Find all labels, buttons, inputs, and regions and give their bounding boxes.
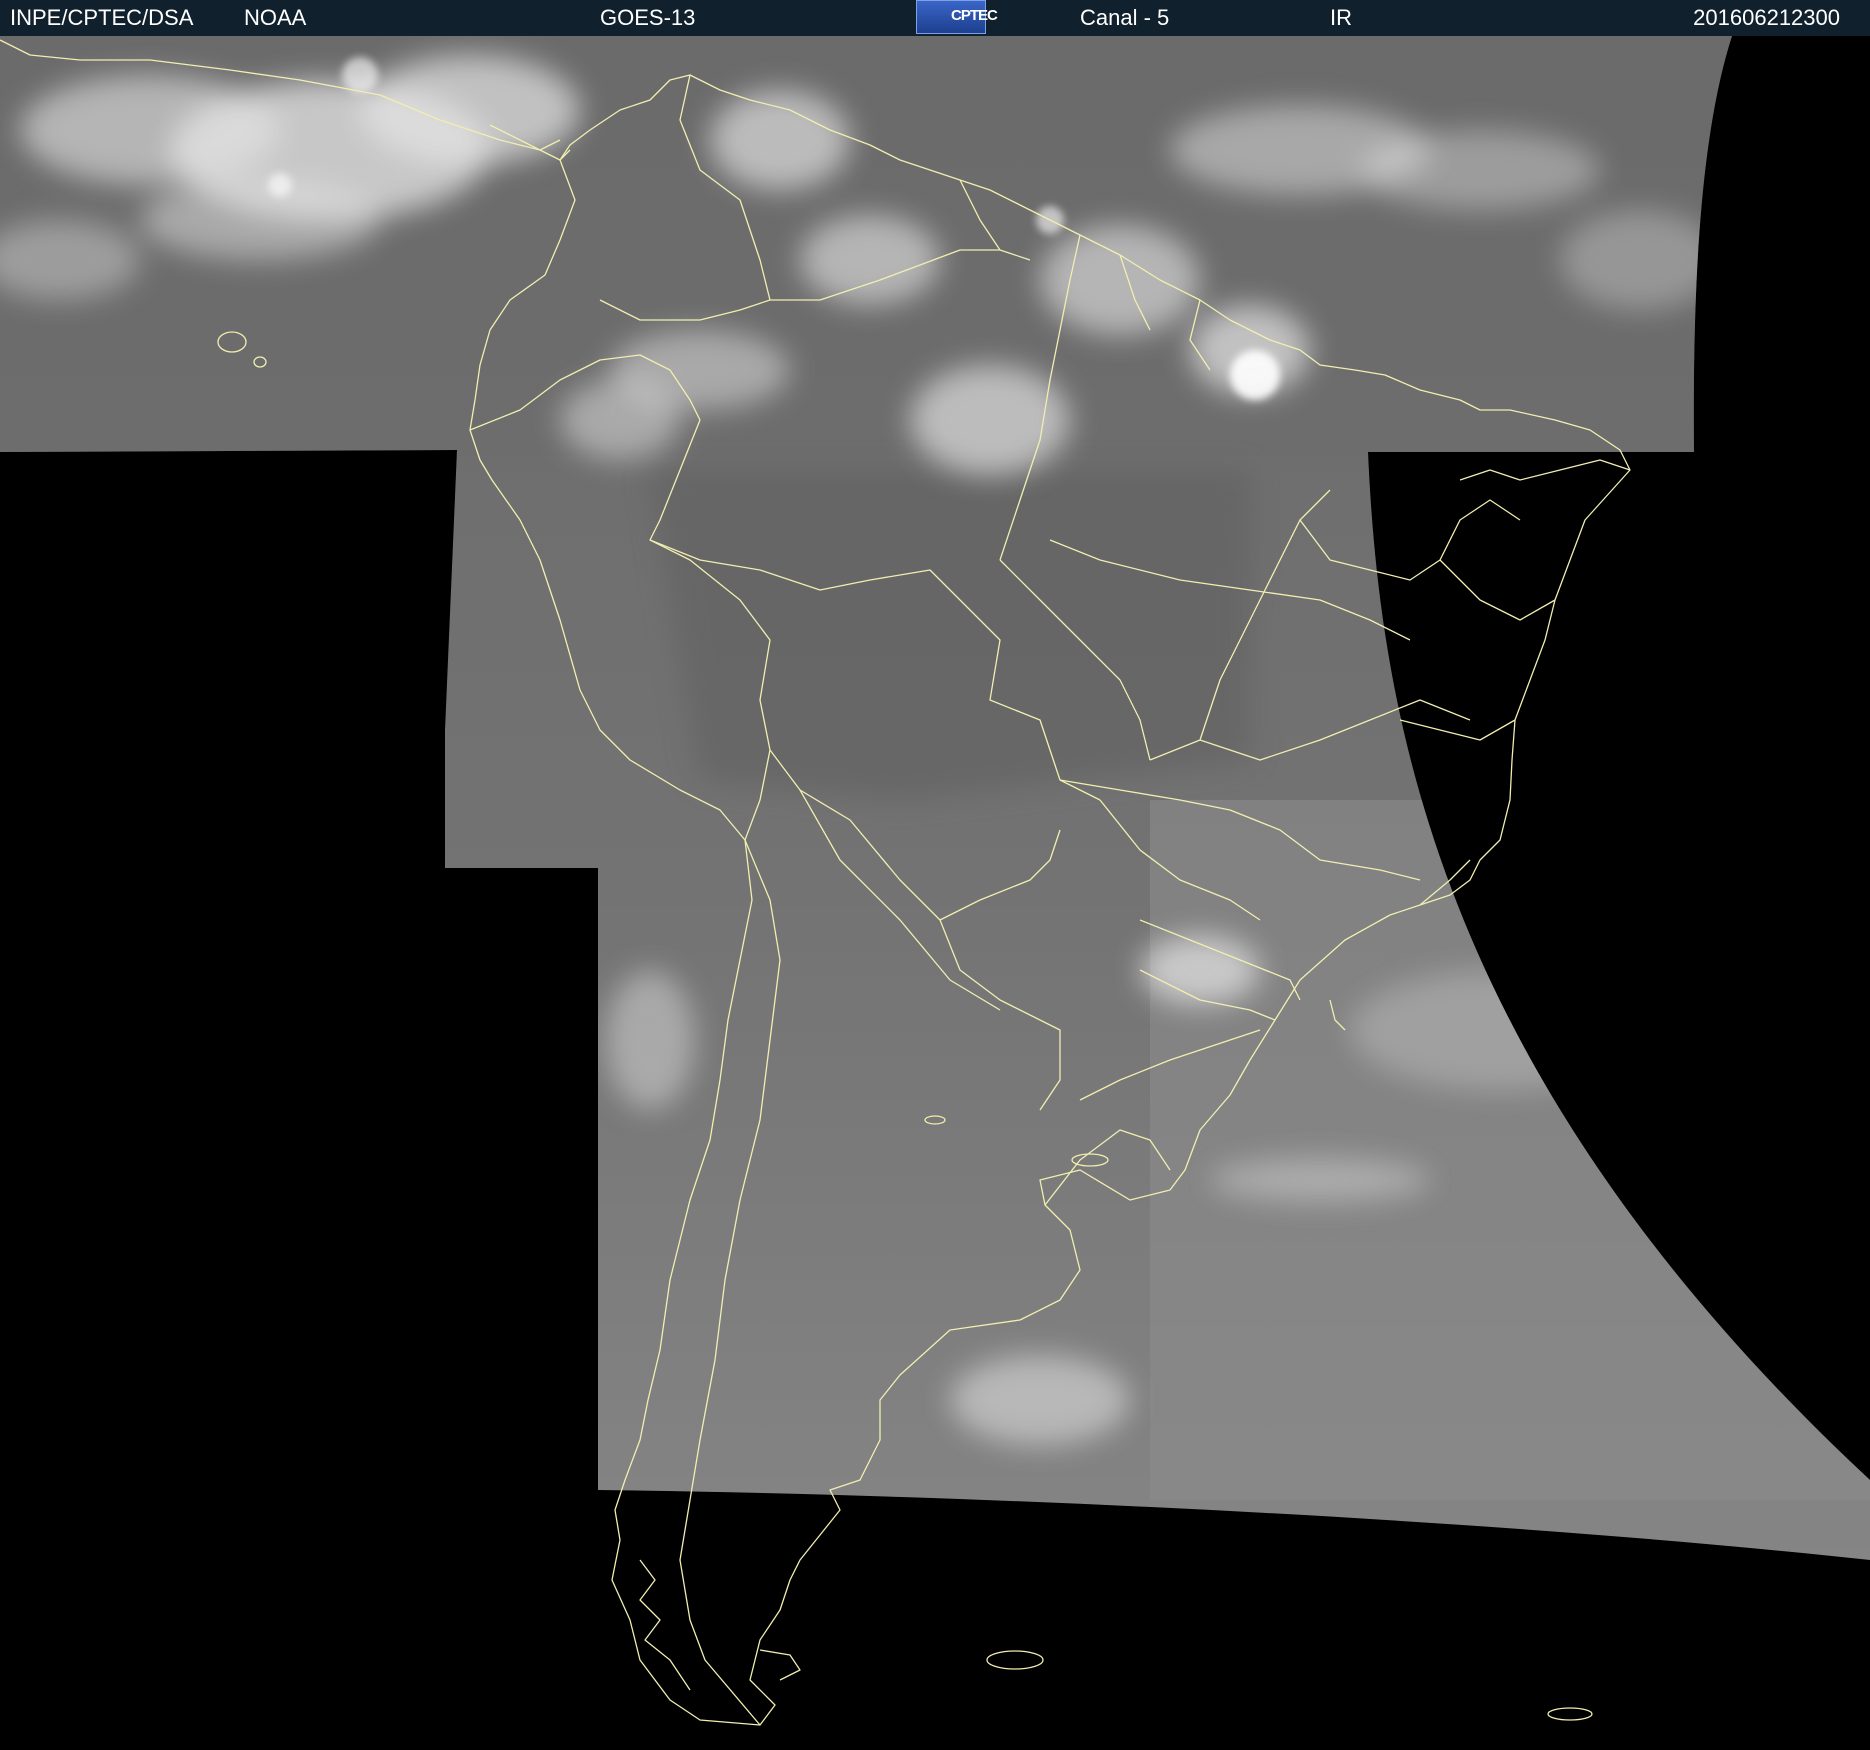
logo-text: CPTEC bbox=[951, 7, 998, 24]
cptec-logo: CPTEC bbox=[916, 0, 998, 34]
satellite-map bbox=[0, 36, 1870, 1750]
timestamp-label: 201606212300 bbox=[1693, 5, 1840, 30]
channel-label: Canal - 5 bbox=[1080, 5, 1170, 30]
organization-label: NOAA bbox=[244, 5, 307, 30]
satellite-label: GOES-13 bbox=[600, 5, 696, 30]
band-label: IR bbox=[1330, 5, 1352, 30]
image-header: INPE/CPTEC/DSA NOAA GOES-13 CPTEC Canal … bbox=[0, 0, 1870, 36]
satellite-image bbox=[0, 36, 1870, 1750]
agency-label: INPE/CPTEC/DSA bbox=[10, 5, 194, 30]
